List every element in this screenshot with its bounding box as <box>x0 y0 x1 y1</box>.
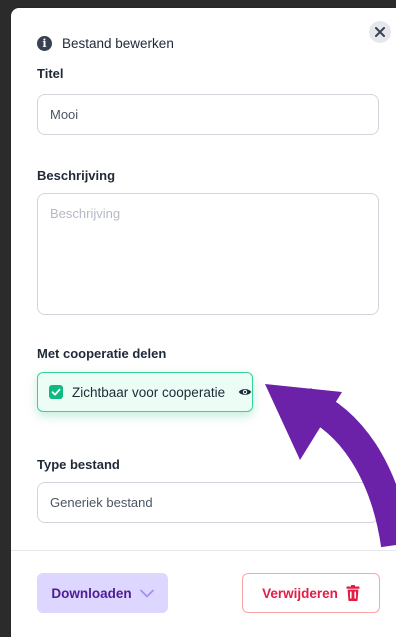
title-label: Titel <box>37 66 64 81</box>
download-button[interactable]: Downloaden <box>37 573 168 613</box>
eye-icon <box>238 387 252 397</box>
delete-button[interactable]: Verwijderen <box>242 573 380 613</box>
share-checkbox[interactable]: Zichtbaar voor cooperatie <box>37 372 253 412</box>
trash-icon <box>346 585 360 601</box>
delete-label: Verwijderen <box>262 585 338 601</box>
description-label: Beschrijving <box>37 168 116 183</box>
checkbox-checked-icon <box>49 385 63 399</box>
close-icon <box>375 27 385 37</box>
panel-title: Bestand bewerken <box>62 35 174 51</box>
description-textarea[interactable] <box>37 193 379 315</box>
info-icon: i <box>37 35 52 51</box>
panel-header: i Bestand bewerken <box>37 34 174 52</box>
close-button[interactable] <box>369 21 391 43</box>
type-input[interactable] <box>37 482 379 523</box>
share-label: Met cooperatie delen <box>37 346 167 361</box>
type-label: Type bestand <box>37 457 120 472</box>
footer-divider <box>11 550 396 551</box>
chevron-down-icon <box>139 589 154 597</box>
download-label: Downloaden <box>51 585 132 601</box>
title-input[interactable] <box>37 94 379 135</box>
share-checkbox-label: Zichtbaar voor cooperatie <box>72 384 226 400</box>
